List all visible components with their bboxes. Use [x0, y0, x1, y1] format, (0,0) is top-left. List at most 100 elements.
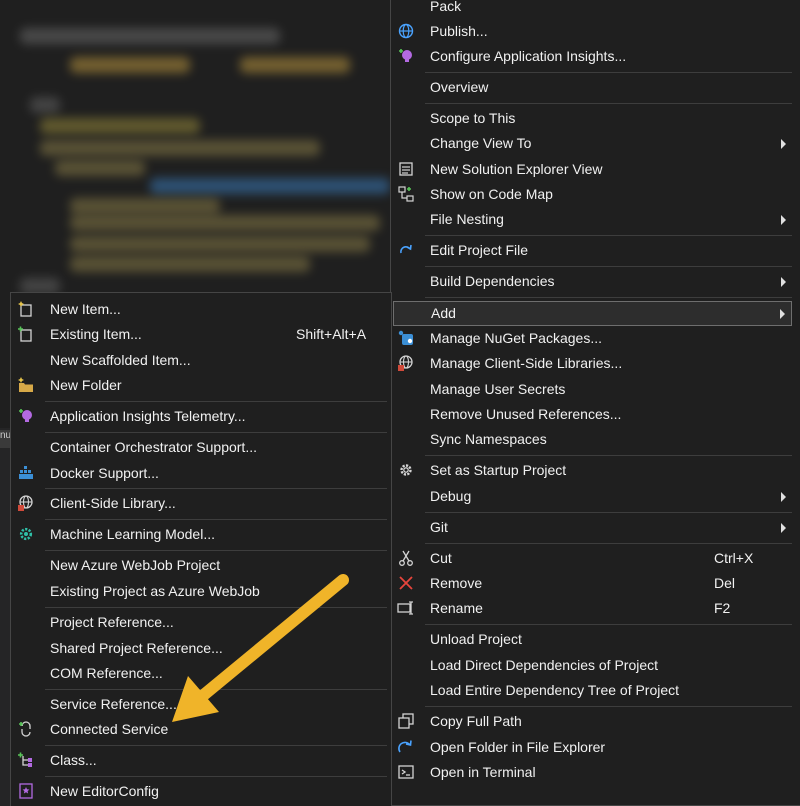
submenu-item-new-editorconfig[interactable]: New EditorConfig [11, 779, 391, 804]
menu-item-scope-to-this[interactable]: Scope to This [391, 106, 800, 131]
ml-model-gear-icon [19, 527, 33, 541]
menu-item-open-in-terminal[interactable]: Open in Terminal [391, 760, 800, 785]
menu-item-manage-nuget-packages[interactable]: Manage NuGet Packages... [391, 326, 800, 351]
menu-item-manage-client-side-libraries[interactable]: Manage Client-Side Libraries... [391, 351, 800, 376]
submenu-item-label: New Scaffolded Item... [50, 352, 191, 368]
menu-separator [45, 776, 387, 777]
menu-item-label: Scope to This [430, 110, 516, 126]
add-submenu: New Item... Existing Item... Shift+Alt+A… [10, 292, 392, 806]
submenu-arrow-icon [781, 139, 786, 149]
globe-publish-icon [398, 23, 414, 39]
menu-item-label: Add [431, 305, 456, 321]
submenu-item-existing-item[interactable]: Existing Item... Shift+Alt+A [11, 322, 391, 347]
menu-item-sync-namespaces[interactable]: Sync Namespaces [391, 427, 800, 452]
menu-item-new-solution-explorer-view[interactable]: New Solution Explorer View [391, 157, 800, 182]
editorconfig-icon [19, 783, 33, 799]
submenu-arrow-icon [780, 309, 785, 319]
submenu-item-label: Project Reference... [50, 614, 174, 630]
submenu-item-label: New Folder [50, 377, 122, 393]
submenu-item-shared-project-reference[interactable]: Shared Project Reference... [11, 636, 391, 661]
submenu-item-new-folder[interactable]: New Folder [11, 373, 391, 398]
menu-item-pack[interactable]: Pack [391, 0, 800, 19]
submenu-item-client-side-library[interactable]: Client-Side Library... [11, 491, 391, 516]
submenu-item-new-azure-webjob-project[interactable]: New Azure WebJob Project [11, 553, 391, 578]
menu-item-publish[interactable]: Publish... [391, 19, 800, 44]
submenu-item-application-insights-telemetry[interactable]: Application Insights Telemetry... [11, 404, 391, 429]
menu-item-debug[interactable]: Debug [391, 484, 800, 509]
submenu-item-new-item[interactable]: New Item... [11, 297, 391, 322]
submenu-item-class[interactable]: Class... [11, 748, 391, 773]
menu-item-label: Copy Full Path [430, 713, 522, 729]
menu-item-label: Build Dependencies [430, 273, 555, 289]
code-map-icon [398, 186, 414, 202]
menu-item-label: Manage Client-Side Libraries... [430, 355, 623, 371]
new-item-icon [18, 301, 32, 317]
submenu-item-new-scaffolded-item[interactable]: New Scaffolded Item... [11, 348, 391, 373]
new-solution-explorer-view-icon [399, 162, 413, 176]
submenu-arrow-icon [781, 215, 786, 225]
menu-item-set-as-startup-project[interactable]: Set as Startup Project [391, 458, 800, 483]
menu-item-git[interactable]: Git [391, 515, 800, 540]
menu-item-label: Load Direct Dependencies of Project [430, 657, 659, 673]
submenu-item-docker-support[interactable]: Docker Support... [11, 461, 391, 486]
menu-separator [45, 550, 387, 551]
menu-item-label: File Nesting [430, 211, 504, 227]
submenu-arrow-icon [781, 523, 786, 533]
menu-item-load-direct-dependencies[interactable]: Load Direct Dependencies of Project [391, 653, 800, 678]
menu-item-label: Git [430, 519, 448, 535]
terminal-icon [398, 765, 414, 779]
submenu-item-label: New EditorConfig [50, 783, 159, 799]
menu-item-label: Cut [430, 550, 452, 566]
menu-item-configure-application-insights[interactable]: Configure Application Insights... [391, 44, 800, 69]
submenu-item-com-reference[interactable]: COM Reference... [11, 661, 391, 686]
existing-item-icon [18, 326, 32, 342]
menu-item-label: Remove [430, 575, 483, 591]
menu-separator [45, 689, 387, 690]
submenu-item-project-reference[interactable]: Project Reference... [11, 610, 391, 635]
menu-separator [45, 745, 387, 746]
menu-separator [425, 455, 792, 456]
menu-item-overview[interactable]: Overview [391, 75, 800, 100]
submenu-item-label: Shared Project Reference... [50, 640, 223, 656]
submenu-arrow-icon [781, 492, 786, 502]
red-x-icon [399, 576, 413, 590]
submenu-item-label: Existing Project as Azure WebJob [50, 583, 260, 599]
menu-item-label: Pack [430, 0, 462, 14]
menu-item-label: Manage User Secrets [430, 381, 566, 397]
shortcut-label: Ctrl+X [714, 550, 754, 566]
menu-item-label: Configure Application Insights... [430, 48, 627, 64]
menu-item-label: Manage NuGet Packages... [430, 330, 602, 346]
menu-item-remove[interactable]: Remove Del [391, 571, 800, 596]
menu-item-file-nesting[interactable]: File Nesting [391, 207, 800, 232]
menu-separator [45, 607, 387, 608]
menu-item-cut[interactable]: Cut Ctrl+X [391, 546, 800, 571]
submenu-item-container-orchestrator-support[interactable]: Container Orchestrator Support... [11, 435, 391, 460]
submenu-item-label: Connected Service [50, 721, 169, 737]
menu-item-show-on-code-map[interactable]: Show on Code Map [391, 182, 800, 207]
menu-item-open-folder-in-file-explorer[interactable]: Open Folder in File Explorer [391, 735, 800, 760]
menu-item-load-entire-dependency-tree[interactable]: Load Entire Dependency Tree of Project [391, 678, 800, 703]
submenu-item-label: Application Insights Telemetry... [50, 408, 246, 424]
menu-item-edit-project-file[interactable]: Edit Project File [391, 238, 800, 263]
menu-separator [45, 519, 387, 520]
submenu-item-label: Docker Support... [50, 465, 159, 481]
menu-item-unload-project[interactable]: Unload Project [391, 627, 800, 652]
menu-item-copy-full-path[interactable]: Copy Full Path [391, 709, 800, 734]
nuget-icon [398, 330, 413, 345]
new-folder-icon [18, 377, 33, 392]
menu-item-manage-user-secrets[interactable]: Manage User Secrets [391, 377, 800, 402]
menu-item-label: Open in Terminal [430, 764, 536, 780]
menu-item-change-view-to[interactable]: Change View To [391, 131, 800, 156]
menu-item-add[interactable]: Add [393, 301, 792, 326]
left-edge-tab[interactable]: nu [0, 430, 10, 448]
menu-item-build-dependencies[interactable]: Build Dependencies [391, 269, 800, 294]
menu-item-remove-unused-references[interactable]: Remove Unused References... [391, 402, 800, 427]
client-side-library-globe-icon [398, 355, 413, 371]
submenu-item-connected-service[interactable]: Connected Service [11, 717, 391, 742]
submenu-item-existing-project-as-azure-webjob[interactable]: Existing Project as Azure WebJob [11, 579, 391, 604]
menu-separator [425, 103, 792, 104]
open-folder-arrow-icon [398, 740, 412, 753]
submenu-item-machine-learning-model[interactable]: Machine Learning Model... [11, 522, 391, 547]
menu-item-rename[interactable]: Rename F2 [391, 596, 800, 621]
submenu-item-service-reference[interactable]: Service Reference... [11, 692, 391, 717]
